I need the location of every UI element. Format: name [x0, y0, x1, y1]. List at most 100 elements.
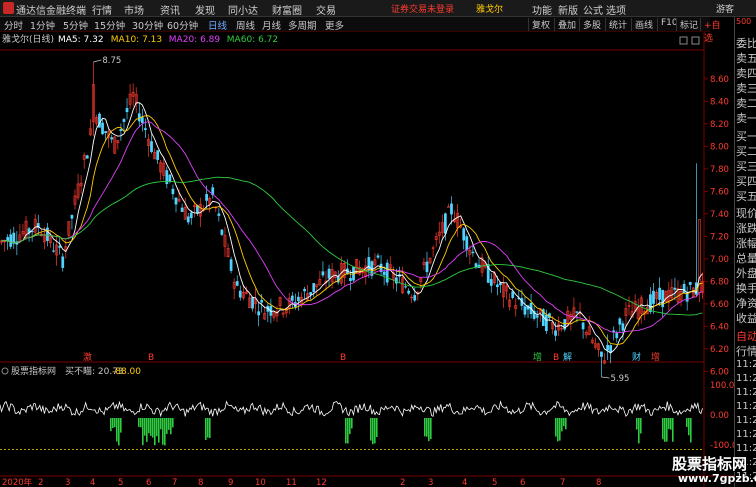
candle-body: [85, 155, 89, 159]
panel-label-buy4: 买四: [736, 175, 756, 188]
menu-item-market[interactable]: 市场: [124, 2, 144, 17]
candle-body: [180, 207, 184, 212]
menu-item-quotes[interactable]: 行情: [92, 2, 112, 17]
period-daily[interactable]: 日线: [208, 18, 227, 32]
indicator-line: [0, 400, 703, 418]
menu-item-wealth[interactable]: 财富圈: [272, 2, 302, 17]
panel-label-change-pct: 涨幅: [736, 237, 756, 250]
indicator-tick-label: 0.00: [710, 411, 729, 421]
menu-item-functions[interactable]: 功能: [532, 2, 552, 17]
menu-item-trade[interactable]: 交易: [316, 2, 336, 17]
date-tick-label: 4: [90, 478, 95, 487]
menu-item-options[interactable]: 选项: [606, 2, 626, 17]
event-mark: B: [148, 353, 154, 363]
indicator-value: -88.00: [112, 367, 141, 377]
indicator-bar: [372, 418, 374, 445]
candle-body: [217, 213, 221, 216]
indicator-bar: [638, 418, 640, 444]
indicator-bar: [666, 418, 668, 442]
app-logo-icon: [3, 2, 14, 14]
menu-item-new-version[interactable]: 新版: [558, 2, 578, 17]
guest-label[interactable]: 游客: [716, 2, 734, 15]
period-monthly[interactable]: 月线: [262, 18, 281, 32]
candle-body: [600, 351, 603, 357]
price-tick-label: 8.40: [710, 97, 729, 107]
candle-body: [168, 174, 172, 182]
indicator-bar: [428, 418, 430, 442]
period-15min[interactable]: 15分钟: [94, 18, 125, 32]
period-timeshare[interactable]: 分时: [4, 18, 23, 32]
indicator-bar: [430, 418, 432, 440]
tool-stats-button[interactable]: 统计: [605, 18, 627, 31]
indicator-bar: [559, 418, 561, 441]
candle-body: [309, 292, 313, 295]
tool-mark-button[interactable]: 标记: [676, 18, 698, 31]
period-1min[interactable]: 1分钟: [30, 18, 55, 32]
tool-adjust-button[interactable]: 复权: [528, 18, 550, 31]
ma20-line: [1, 121, 703, 333]
price-tick-label: 6.20: [710, 345, 729, 355]
tool-overlay-button[interactable]: 叠加: [554, 18, 576, 31]
indicator-bar: [351, 418, 353, 429]
candle-body: [321, 271, 325, 276]
tool-multi-stock-button[interactable]: 多股: [579, 18, 601, 31]
candle-body: [511, 291, 515, 298]
price-tick-label: 6.60: [710, 300, 729, 310]
candle-body: [61, 256, 65, 268]
candle-body: [101, 122, 104, 135]
indicator-bar: [670, 418, 672, 430]
candle-body: [140, 117, 144, 123]
kline-chart[interactable]: 雅戈尔(日线) MA5: 7.32 MA10: 7.13 MA20: 6.89 MA60…: [0, 32, 734, 487]
indicator-bar: [112, 418, 114, 428]
candle-body: [682, 283, 686, 294]
candle-body: [673, 287, 677, 290]
period-weekly[interactable]: 周线: [236, 18, 255, 32]
indicator-bar: [146, 418, 148, 442]
panel-auto[interactable]: 自动: [736, 328, 756, 344]
candle-body: [150, 141, 153, 153]
period-60min[interactable]: 60分钟: [167, 18, 198, 32]
period-multi[interactable]: 多周期: [288, 18, 317, 32]
add-watchlist-button[interactable]: +自选: [700, 18, 721, 44]
panel-label-sell3: 卖三: [736, 82, 756, 95]
panel-quote[interactable]: 行情: [736, 343, 756, 359]
candle-body: [104, 131, 107, 133]
restore-icon: [691, 36, 700, 45]
maximize-icon: [679, 36, 688, 45]
menu-item-assistant[interactable]: 同小达: [228, 2, 258, 17]
date-tick-label: 10: [255, 478, 266, 487]
indicator-bar: [158, 418, 160, 443]
tool-f10-button[interactable]: F10: [657, 18, 678, 31]
menu-item-discover[interactable]: 发现: [195, 2, 215, 17]
period-30min[interactable]: 30分钟: [132, 18, 163, 32]
candle-body: [327, 268, 331, 279]
panel-label-earnings: 收益: [736, 312, 756, 325]
stock-name: 雅戈尔: [476, 5, 504, 15]
ma10-line: [1, 115, 703, 345]
login-notice[interactable]: 证券交易未登录: [391, 2, 454, 15]
tick-time: 11:29: [736, 429, 756, 440]
date-tick-label: 8: [198, 478, 203, 487]
indicator-bar: [138, 418, 140, 427]
indicator-bar: [555, 418, 557, 437]
candle-body: [171, 188, 175, 195]
chart-title: 雅戈尔(日线): [2, 33, 54, 45]
candle-body: [410, 296, 414, 299]
indicator-bar: [209, 418, 211, 439]
date-tick-label: 12: [316, 478, 327, 487]
menu-item-formula[interactable]: 公式: [583, 2, 603, 17]
candle-body: [471, 251, 475, 254]
tool-draw-button[interactable]: 画线: [631, 18, 653, 31]
period-more[interactable]: 更多: [325, 18, 344, 32]
date-tick-label: 6: [146, 478, 151, 487]
candle-body: [499, 282, 502, 286]
candle-body: [474, 263, 478, 268]
indicator-bar: [686, 418, 688, 427]
indicator-bar: [640, 418, 642, 434]
period-5min[interactable]: 5分钟: [63, 18, 88, 32]
candle-body: [144, 128, 147, 131]
indicator-title: 股票指标网: [11, 365, 56, 377]
menu-item-news[interactable]: 资讯: [160, 2, 180, 17]
indicator-bar: [164, 418, 166, 446]
event-mark: B: [340, 353, 346, 363]
